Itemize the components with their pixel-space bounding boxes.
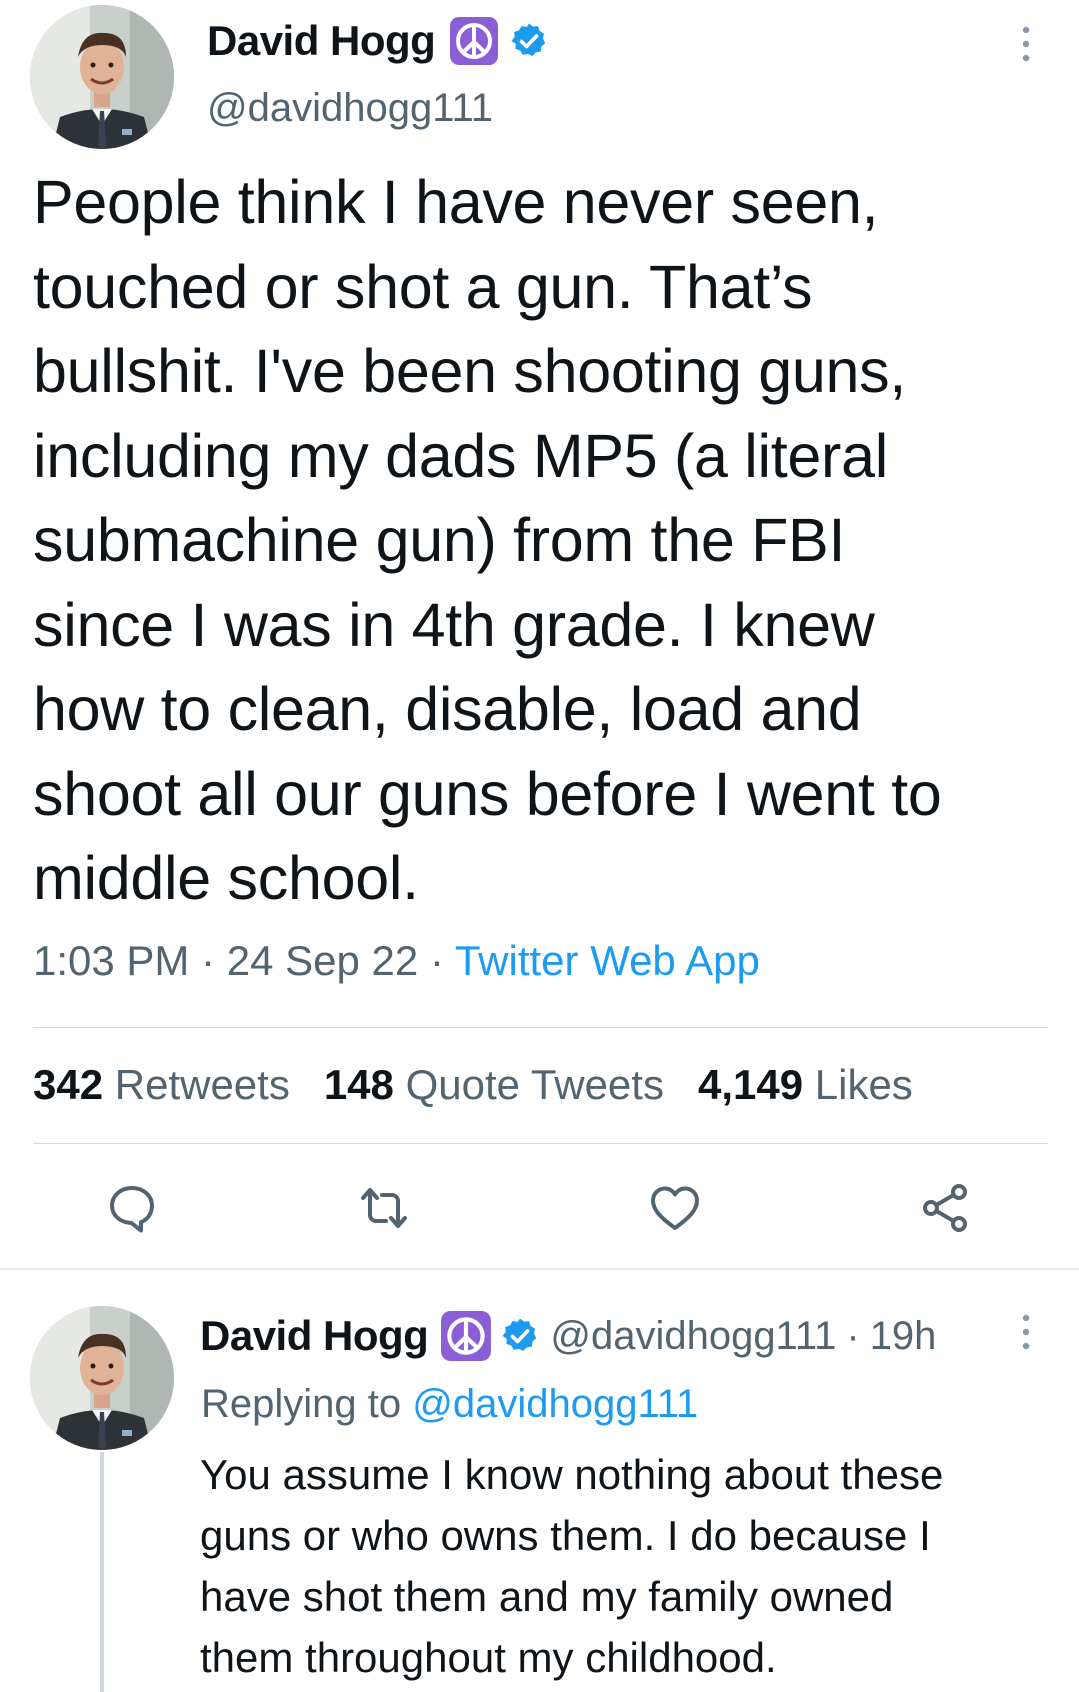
reply-header: David Hogg @davidhogg111 · 19h: [200, 1308, 936, 1364]
section-divider: [0, 1268, 1079, 1270]
tweet-text: People think I have never seen, touched …: [33, 168, 942, 912]
retweets-label: Retweets: [114, 1061, 290, 1108]
replying-to-mention[interactable]: @davidhogg111: [412, 1382, 698, 1426]
share-icon[interactable]: [918, 1180, 974, 1236]
quote-tweets-stat[interactable]: 148 Quote Tweets: [324, 1061, 664, 1109]
reply-icon[interactable]: [104, 1180, 160, 1236]
retweet-icon[interactable]: [356, 1180, 412, 1236]
peace-sign-emoji-icon: [449, 16, 499, 66]
reply-author-handle[interactable]: @davidhogg111: [550, 1314, 836, 1359]
meta-separator: ·: [846, 1313, 860, 1358]
more-options-icon[interactable]: [1018, 24, 1034, 64]
action-bar: [0, 1180, 1079, 1236]
reply-author-avatar[interactable]: [30, 1306, 174, 1450]
meta-separator: ·: [201, 937, 227, 984]
replying-to: Replying to @davidhogg111: [201, 1382, 698, 1427]
retweets-count: 342: [33, 1061, 104, 1108]
likes-count: 4,149: [697, 1061, 804, 1108]
replying-to-label: Replying to: [201, 1382, 402, 1426]
tweet-date[interactable]: 24 Sep 22: [227, 937, 419, 984]
tweet-meta: 1:03 PM · 24 Sep 22 · Twitter Web App: [33, 937, 760, 985]
retweets-stat[interactable]: 342 Retweets: [33, 1061, 290, 1109]
meta-separator: ·: [429, 937, 455, 984]
reply-text: You assume I know nothing about these gu…: [200, 1451, 944, 1681]
author-handle[interactable]: @davidhogg111: [207, 86, 493, 131]
quote-tweets-label: Quote Tweets: [405, 1061, 664, 1108]
tweet-source[interactable]: Twitter Web App: [455, 937, 760, 984]
tweet-time[interactable]: 1:03 PM: [33, 937, 189, 984]
reply-tweet[interactable]: David Hogg @davidhogg111 · 19h Replying …: [0, 1272, 1079, 1692]
peace-sign-emoji-icon: [440, 1310, 492, 1362]
engagement-stats: 342 Retweets 148 Quote Tweets 4,149 Like…: [33, 1061, 913, 1109]
thread-connector-line: [100, 1452, 104, 1692]
author-avatar[interactable]: [30, 5, 174, 149]
verified-badge-icon[interactable]: [509, 21, 549, 61]
author-name[interactable]: David Hogg: [207, 17, 436, 65]
quote-tweets-count: 148: [323, 1061, 394, 1108]
divider: [33, 1143, 1048, 1144]
divider: [33, 1027, 1048, 1028]
heart-icon[interactable]: [647, 1180, 703, 1236]
more-options-icon[interactable]: [1018, 1312, 1034, 1352]
author-name-row: David Hogg: [207, 18, 549, 64]
likes-label: Likes: [814, 1061, 913, 1108]
likes-stat[interactable]: 4,149 Likes: [698, 1061, 913, 1109]
reply-author-name[interactable]: David Hogg: [200, 1312, 429, 1360]
reply-time[interactable]: 19h: [870, 1314, 937, 1359]
verified-badge-icon[interactable]: [500, 1316, 540, 1356]
main-tweet: David Hogg @davidhogg111 People think I …: [0, 0, 1079, 1270]
